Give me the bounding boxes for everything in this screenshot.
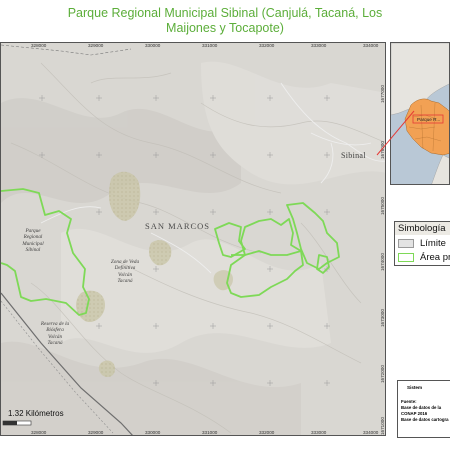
zona-veda-line4: Tacaná <box>117 278 133 285</box>
legend-panel: Simbología Límite Área pr <box>394 221 450 266</box>
main-map[interactable]: 328000 329000 330000 331000 332000 33300… <box>0 42 386 436</box>
tick-top-3: 330000 <box>145 43 161 48</box>
tick-top-6: 333000 <box>311 43 327 48</box>
reserva-line4: Tacaná <box>47 340 63 347</box>
tick-top-2: 329000 <box>88 43 104 48</box>
map-title-line1: Parque Regional Municipal Sibinal (Canju… <box>67 6 383 20</box>
map-title: Parque Regional Municipal Sibinal (Canju… <box>0 6 450 36</box>
legend-item-limite: Límite <box>398 238 450 250</box>
info-header: Sistem <box>407 385 423 390</box>
tick-right-6: 1672000 <box>380 365 385 383</box>
map-title-line2: Maijones y Tocapote) <box>166 21 284 35</box>
legend-swatch-area <box>398 253 414 262</box>
tick-bottom-3: 330000 <box>145 430 161 435</box>
info-box: Sistem Fuente: Base de datos de la CONAP… <box>397 380 450 438</box>
tick-top-7: 334000 <box>363 43 379 48</box>
scale-bar-graphic <box>2 420 32 426</box>
tick-bottom-1: 328000 <box>31 430 47 435</box>
tick-right-4: 1674000 <box>380 253 385 271</box>
tick-right-3: 1675000 <box>380 197 385 215</box>
tick-bottom-4: 331000 <box>202 430 218 435</box>
info-source-line3: Base de datos cartogra <box>401 417 449 422</box>
tick-right-7: 1671000 <box>380 417 385 435</box>
tick-bottom-6: 333000 <box>311 430 327 435</box>
inset-label: Parque R... <box>417 117 441 122</box>
tick-right-5: 1673000 <box>380 309 385 327</box>
park-label-line4: Sibinal <box>25 247 41 254</box>
terrain-map <box>1 43 385 435</box>
legend-label-area: Área pr <box>420 252 450 263</box>
info-source: Fuente: Base de datos de la CONAP 2016 B… <box>401 399 449 423</box>
inset-leader <box>376 110 415 156</box>
place-san-marcos: SAN MARCOS <box>145 221 211 231</box>
tick-right-1: 1677000 <box>380 85 385 103</box>
zona-veda-label: Zona de Veda Definitiva Volcán Tacaná <box>99 259 151 285</box>
place-sibinal: Sibinal <box>341 151 366 160</box>
reserva-label: Reserva de la Biósfera Volcán Tacaná <box>29 321 81 347</box>
tick-top-4: 331000 <box>202 43 218 48</box>
tick-bottom-5: 332000 <box>259 430 275 435</box>
tick-bottom-7: 334000 <box>363 430 379 435</box>
scale-bar-label: 1.32 Kilómetros <box>8 409 64 418</box>
legend-label-limite: Límite <box>420 238 446 249</box>
legend-title: Simbología <box>395 222 450 235</box>
tick-top-5: 332000 <box>259 43 275 48</box>
tick-top-1: 328000 <box>31 43 47 48</box>
legend-item-area: Área pr <box>398 252 450 264</box>
park-label: Parque Regional Municipal Sibinal <box>11 228 55 254</box>
tick-bottom-2: 329000 <box>88 430 104 435</box>
legend-swatch-limite <box>398 239 414 248</box>
